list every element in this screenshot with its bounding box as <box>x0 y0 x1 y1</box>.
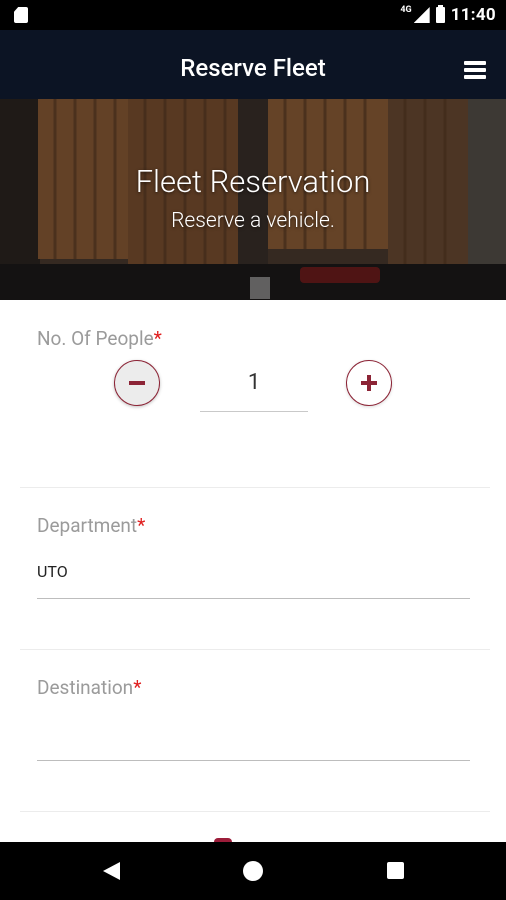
hero-banner: Fleet Reservation Reserve a vehicle. <box>0 99 506 300</box>
battery-icon <box>435 5 445 23</box>
reservation-form: No. Of People* 1 Department* UTO Destina… <box>0 300 506 842</box>
people-label: No. Of People* <box>37 327 162 350</box>
decrease-people-button[interactable] <box>114 360 160 406</box>
required-mark: * <box>137 514 146 537</box>
plus-icon <box>367 375 371 391</box>
back-icon[interactable] <box>103 862 120 880</box>
people-label-text: No. Of People <box>37 327 154 350</box>
sim-card-icon <box>14 7 30 23</box>
department-input[interactable]: UTO <box>37 562 470 599</box>
status-icons: 4G 11:40 <box>400 4 496 26</box>
increase-people-button[interactable] <box>346 360 392 406</box>
network-type: 4G <box>400 5 412 15</box>
clock: 11:40 <box>450 5 496 25</box>
hamburger-menu-icon[interactable] <box>464 61 486 79</box>
app-bar: Reserve Fleet <box>0 30 506 99</box>
home-icon[interactable] <box>243 861 263 881</box>
section-divider <box>20 649 490 650</box>
department-label: Department* <box>37 514 145 537</box>
destination-input[interactable] <box>37 724 470 761</box>
destination-label-text: Destination <box>37 676 134 699</box>
signal-icon <box>413 7 430 23</box>
system-nav-bar <box>0 842 506 900</box>
destination-label: Destination* <box>37 676 141 699</box>
department-label-text: Department <box>37 514 138 537</box>
required-mark: * <box>133 676 142 699</box>
hero-title: Fleet Reservation <box>135 163 371 200</box>
recents-icon[interactable] <box>387 862 404 879</box>
minus-icon <box>129 381 145 385</box>
people-count-input[interactable]: 1 <box>200 355 308 412</box>
section-divider <box>20 487 490 488</box>
app-title: Reserve Fleet <box>180 54 326 82</box>
section-divider <box>20 811 490 812</box>
department-value: UTO <box>37 562 68 581</box>
hero-subtitle: Reserve a vehicle. <box>171 209 335 233</box>
required-mark: * <box>153 327 162 350</box>
status-bar: 4G 11:40 <box>0 0 506 30</box>
